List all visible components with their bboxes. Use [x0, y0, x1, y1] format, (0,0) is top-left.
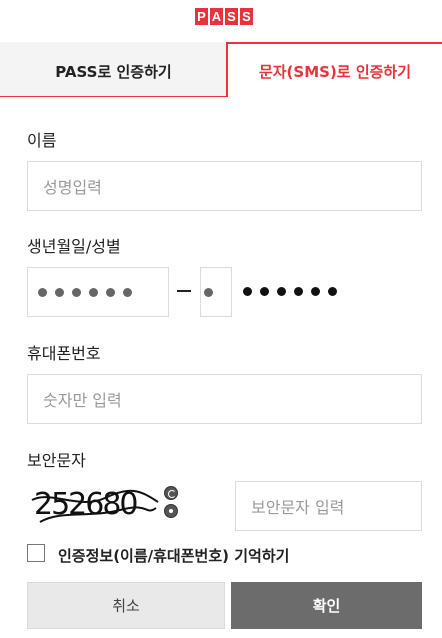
gender-input[interactable] [200, 267, 232, 317]
confirm-label: 확인 [312, 597, 341, 615]
audio-icon[interactable] [164, 504, 178, 518]
birth-dash [177, 290, 191, 292]
phone-input[interactable]: 숫자만 입력 [27, 374, 422, 424]
captcha-label: 보안문자 [27, 451, 86, 470]
logo-letter: A [210, 8, 223, 25]
confirm-button[interactable]: 확인 [231, 582, 422, 629]
logo-letter: S [240, 8, 253, 25]
captcha-placeholder: 보안문자 입력 [251, 498, 345, 517]
captcha-image: 252680 [31, 487, 159, 523]
cancel-label: 취소 [112, 597, 140, 615]
phone-placeholder: 숫자만 입력 [43, 391, 122, 410]
cancel-button[interactable]: 취소 [27, 582, 225, 629]
remember-label: 인증정보(이름/휴대폰번호) 기억하기 [58, 547, 290, 565]
gender-dot [204, 288, 213, 297]
phone-label: 휴대폰번호 [27, 344, 101, 363]
header: P A S S [0, 0, 442, 42]
name-label: 이름 [27, 131, 57, 150]
captcha-input[interactable]: 보안문자 입력 [235, 481, 422, 531]
tab-sms-label: 문자(SMS)로 인증하기 [258, 63, 412, 81]
birthdate-input[interactable] [27, 267, 169, 317]
auth-tabs: PASS로 인증하기 문자(SMS)로 인증하기 [0, 42, 442, 97]
birth-label: 생년월일/성별 [27, 237, 121, 256]
remember-checkbox[interactable] [27, 544, 45, 562]
logo-letter: S [225, 8, 238, 25]
birthdate-dots [38, 288, 132, 297]
tab-pass[interactable]: PASS로 인증하기 [0, 42, 227, 97]
name-placeholder: 성명입력 [43, 178, 102, 197]
refresh-icon[interactable] [164, 486, 178, 500]
pass-logo: P A S S [195, 8, 253, 25]
tab-pass-label: PASS로 인증하기 [55, 63, 172, 81]
tab-sms[interactable]: 문자(SMS)로 인증하기 [226, 42, 442, 97]
masked-dots [243, 287, 337, 296]
logo-letter: P [195, 8, 208, 25]
name-input[interactable]: 성명입력 [27, 161, 422, 211]
